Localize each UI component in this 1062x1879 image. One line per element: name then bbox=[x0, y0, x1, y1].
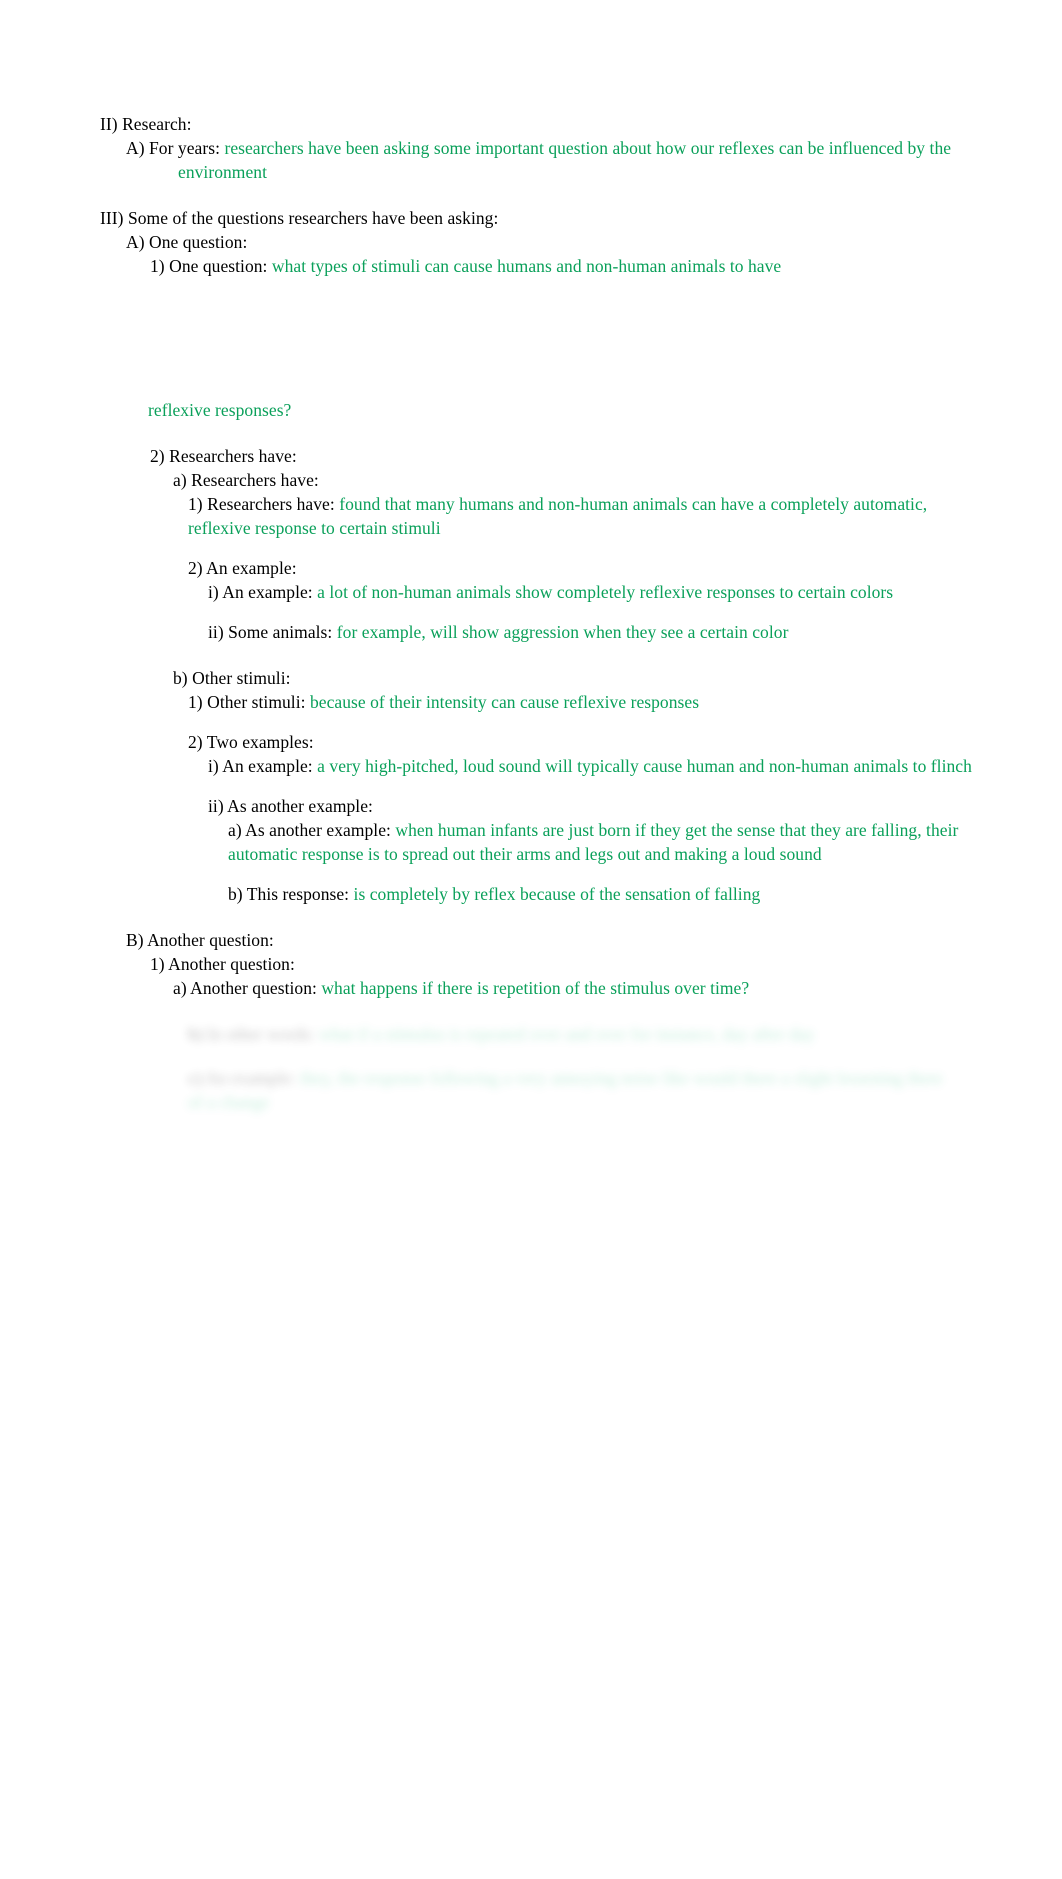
outline-marker: b) bbox=[188, 1024, 203, 1044]
outline-label: One question: bbox=[169, 256, 268, 276]
outline-item-iii-a-1[interactable]: 1) One question: what types of stimuli c… bbox=[150, 254, 940, 278]
outline-marker: a) bbox=[173, 978, 187, 998]
outline-marker: III) bbox=[100, 208, 124, 228]
outline-label: An example: bbox=[206, 558, 297, 578]
outline-label: An example: bbox=[222, 582, 313, 602]
outline-label: Other stimuli: bbox=[207, 692, 306, 712]
outline-item-iii-a-2[interactable]: 2) Researchers have: bbox=[150, 444, 940, 468]
outline-green-text: what if a stimulus is repeated over and … bbox=[319, 1024, 815, 1044]
outline-item-iii-a-2-a[interactable]: a) Researchers have: bbox=[173, 468, 953, 492]
outline-green-text: they, the response following a very anno… bbox=[188, 1068, 943, 1112]
outline-marker: 1) bbox=[188, 692, 203, 712]
outline-item-ii[interactable]: II) Research: bbox=[100, 112, 900, 136]
outline-item-iii-a-2-b-2-ii-a[interactable]: a) As another example: when human infant… bbox=[228, 818, 1028, 866]
outline-green-text: reflexive responses? bbox=[148, 400, 292, 420]
outline-item-iii-b-1[interactable]: 1) Another question: bbox=[150, 952, 940, 976]
outline-label: Another question: bbox=[190, 978, 317, 998]
outline-item-iii-b-1-c[interactable]: c) An example: they, the response follow… bbox=[188, 1066, 948, 1114]
outline-label: For years: bbox=[149, 138, 220, 158]
outline-label: Other stimuli: bbox=[192, 668, 291, 688]
outline-item-iii-a-2-a-2-i[interactable]: i) An example: a lot of non-human animal… bbox=[208, 580, 998, 604]
outline-marker: 2) bbox=[188, 732, 203, 752]
outline-item-iii-a[interactable]: A) One question: bbox=[126, 230, 916, 254]
outline-marker: A) bbox=[126, 138, 145, 158]
outline-label: Researchers have: bbox=[191, 470, 319, 490]
outline-marker: c) bbox=[188, 1068, 202, 1088]
outline-green-text: a lot of non-human animals show complete… bbox=[317, 582, 894, 602]
outline-marker: 1) bbox=[150, 954, 165, 974]
outline-green-text: what types of stimuli can cause humans a… bbox=[271, 256, 782, 276]
outline-marker: 1) bbox=[188, 494, 203, 514]
outline-label: Researchers have: bbox=[207, 494, 335, 514]
outline-green-text: researchers have been asking some import… bbox=[178, 138, 952, 182]
outline-marker: i) bbox=[208, 582, 219, 602]
outline-green-text: is completely by reflex because of the s… bbox=[353, 884, 761, 904]
outline-marker: II) bbox=[100, 114, 118, 134]
outline-item-iii-a-2-a-2-ii[interactable]: ii) Some animals: for example, will show… bbox=[208, 620, 998, 644]
outline-item-iii-a-2-a-1[interactable]: 1) Researchers have: found that many hum… bbox=[188, 492, 958, 540]
document-page: II) Research: A) For years: researchers … bbox=[0, 0, 1062, 1879]
outline-label: Another question: bbox=[147, 930, 274, 950]
outline-label: As another example: bbox=[227, 796, 373, 816]
blank-region-spacer bbox=[0, 278, 1062, 398]
outline-green-text: a very high-pitched, loud sound will typ… bbox=[317, 756, 972, 776]
outline-label: This response: bbox=[246, 884, 350, 904]
outline-green-text: for example, will show aggression when t… bbox=[336, 622, 789, 642]
outline-label: In other words: bbox=[207, 1024, 315, 1044]
outline-marker: b) bbox=[173, 668, 188, 688]
outline-marker: 2) bbox=[188, 558, 203, 578]
outline-label: Another question: bbox=[168, 954, 295, 974]
outline-marker: a) bbox=[173, 470, 187, 490]
outline-label: Researchers have: bbox=[169, 446, 297, 466]
outline-label: Two examples: bbox=[206, 732, 314, 752]
outline-marker: a) bbox=[228, 820, 242, 840]
outline-item-iii-a-2-b-1[interactable]: 1) Other stimuli: because of their inten… bbox=[188, 690, 958, 714]
outline-label: Some of the questions researchers have b… bbox=[127, 208, 499, 228]
outline-marker: 2) bbox=[150, 446, 165, 466]
outline-item-iii-a-2-b-2-ii-b[interactable]: b) This response: is completely by refle… bbox=[228, 882, 1028, 906]
outline-label: Research: bbox=[122, 114, 192, 134]
outline-green-text: because of their intensity can cause ref… bbox=[309, 692, 700, 712]
top-margin-spacer bbox=[0, 0, 1062, 112]
outline-marker: ii) bbox=[208, 622, 224, 642]
outline-item-iii-a-2-a-2[interactable]: 2) An example: bbox=[188, 556, 958, 580]
outline-item-iii-b[interactable]: B) Another question: bbox=[126, 928, 916, 952]
outline-label: One question: bbox=[149, 232, 248, 252]
outline-item-iii-a-1-cont: reflexive responses? bbox=[148, 398, 938, 422]
outline-item-ii-a[interactable]: A) For years: researchers have been aski… bbox=[126, 136, 968, 184]
outline-item-iii-b-1-a[interactable]: a) Another question: what happens if the… bbox=[173, 976, 953, 1000]
faded-content-region: b) In other words: what if a stimulus is… bbox=[0, 1022, 1062, 1114]
outline-label: An example: bbox=[222, 756, 313, 776]
outline-marker: B) bbox=[126, 930, 144, 950]
outline-item-iii-a-2-b-2-i[interactable]: i) An example: a very high-pitched, loud… bbox=[208, 754, 998, 778]
outline-label: As another example: bbox=[245, 820, 391, 840]
outline-marker: A) bbox=[126, 232, 145, 252]
outline-item-iii-a-2-b-2[interactable]: 2) Two examples: bbox=[188, 730, 958, 754]
outline-item-iii[interactable]: III) Some of the questions researchers h… bbox=[100, 206, 900, 230]
outline-green-text: what happens if there is repetition of t… bbox=[321, 978, 750, 998]
outline-item-iii-a-2-b-2-ii[interactable]: ii) As another example: bbox=[208, 794, 998, 818]
outline-body: II) Research: A) For years: researchers … bbox=[0, 0, 1062, 1114]
outline-marker: ii) bbox=[208, 796, 224, 816]
outline-marker: b) bbox=[228, 884, 243, 904]
outline-item-iii-a-2-b[interactable]: b) Other stimuli: bbox=[173, 666, 953, 690]
outline-marker: i) bbox=[208, 756, 219, 776]
outline-marker: 1) bbox=[150, 256, 165, 276]
outline-item-iii-b-1-b[interactable]: b) In other words: what if a stimulus is… bbox=[188, 1022, 988, 1046]
outline-label: Some animals: bbox=[228, 622, 333, 642]
outline-label: An example: bbox=[205, 1068, 296, 1088]
